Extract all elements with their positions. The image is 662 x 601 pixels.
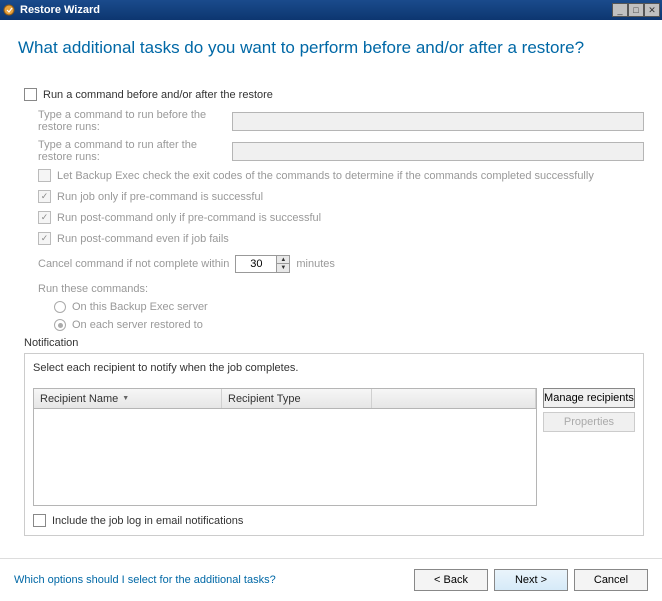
app-icon bbox=[2, 3, 16, 17]
include-job-log-checkbox[interactable] bbox=[33, 514, 46, 527]
help-link[interactable]: Which options should I select for the ad… bbox=[14, 574, 276, 586]
radio-on-this-server[interactable] bbox=[54, 301, 66, 313]
properties-button[interactable]: Properties bbox=[543, 412, 635, 432]
timeout-value-input[interactable] bbox=[235, 255, 277, 273]
post-if-pre-label: Run post-command only if pre-command is … bbox=[57, 212, 321, 224]
check-icon: ✓ bbox=[41, 234, 49, 243]
cancel-button[interactable]: Cancel bbox=[574, 569, 648, 591]
spinner-down-icon[interactable]: ▼ bbox=[277, 264, 289, 272]
notification-section-label: Notification bbox=[24, 337, 78, 349]
column-recipient-name[interactable]: Recipient Name ▼ bbox=[34, 389, 222, 408]
radio-on-each-server[interactable] bbox=[54, 319, 66, 331]
titlebar: Restore Wizard _ □ ✕ bbox=[0, 0, 662, 20]
run-these-commands-label: Run these commands: bbox=[38, 283, 644, 295]
column-recipient-type[interactable]: Recipient Type bbox=[222, 389, 372, 408]
pre-success-label: Run job only if pre-command is successfu… bbox=[57, 191, 263, 203]
page-title: What additional tasks do you want to per… bbox=[18, 38, 644, 58]
after-command-label: Type a command to run after the restore … bbox=[38, 139, 232, 163]
notification-panel: Select each recipient to notify when the… bbox=[24, 353, 644, 536]
run-command-checkbox[interactable] bbox=[24, 88, 37, 101]
radio-dot-icon bbox=[58, 323, 63, 328]
column-recipient-type-label: Recipient Type bbox=[228, 393, 301, 405]
post-if-pre-checkbox[interactable]: ✓ bbox=[38, 211, 51, 224]
column-blank bbox=[372, 389, 536, 408]
timeout-label: Cancel command if not complete within bbox=[38, 258, 229, 270]
timeout-unit-label: minutes bbox=[296, 258, 335, 270]
timeout-spinner[interactable]: ▲ ▼ bbox=[235, 255, 290, 273]
post-even-fail-label: Run post-command even if job fails bbox=[57, 233, 229, 245]
run-command-label: Run a command before and/or after the re… bbox=[43, 89, 273, 101]
back-button[interactable]: < Back bbox=[414, 569, 488, 591]
before-command-input[interactable] bbox=[232, 112, 644, 131]
radio-on-this-server-label: On this Backup Exec server bbox=[72, 301, 208, 313]
notification-instruction: Select each recipient to notify when the… bbox=[33, 362, 635, 374]
recipients-table[interactable]: Recipient Name ▼ Recipient Type bbox=[33, 388, 537, 506]
window-title: Restore Wizard bbox=[20, 4, 612, 16]
before-command-label: Type a command to run before the restore… bbox=[38, 109, 232, 133]
check-icon: ✓ bbox=[41, 192, 49, 201]
close-button[interactable]: ✕ bbox=[644, 3, 660, 17]
sort-caret-icon: ▼ bbox=[122, 395, 129, 402]
after-command-input[interactable] bbox=[232, 142, 644, 161]
titlebar-buttons: _ □ ✕ bbox=[612, 3, 660, 17]
pre-success-checkbox[interactable]: ✓ bbox=[38, 190, 51, 203]
check-exit-codes-checkbox[interactable] bbox=[38, 169, 51, 182]
recipients-table-body bbox=[34, 409, 536, 505]
spinner-up-icon[interactable]: ▲ bbox=[277, 256, 289, 264]
include-job-log-label: Include the job log in email notificatio… bbox=[52, 515, 243, 527]
next-button[interactable]: Next > bbox=[494, 569, 568, 591]
content-area: What additional tasks do you want to per… bbox=[0, 20, 662, 536]
maximize-button[interactable]: □ bbox=[628, 3, 644, 17]
check-icon: ✓ bbox=[41, 213, 49, 222]
footer: Which options should I select for the ad… bbox=[0, 558, 662, 601]
check-exit-codes-label: Let Backup Exec check the exit codes of … bbox=[57, 170, 594, 182]
column-recipient-name-label: Recipient Name bbox=[40, 393, 118, 405]
radio-on-each-server-label: On each server restored to bbox=[72, 319, 203, 331]
post-even-fail-checkbox[interactable]: ✓ bbox=[38, 232, 51, 245]
minimize-button[interactable]: _ bbox=[612, 3, 628, 17]
manage-recipients-button[interactable]: Manage recipients bbox=[543, 388, 635, 408]
